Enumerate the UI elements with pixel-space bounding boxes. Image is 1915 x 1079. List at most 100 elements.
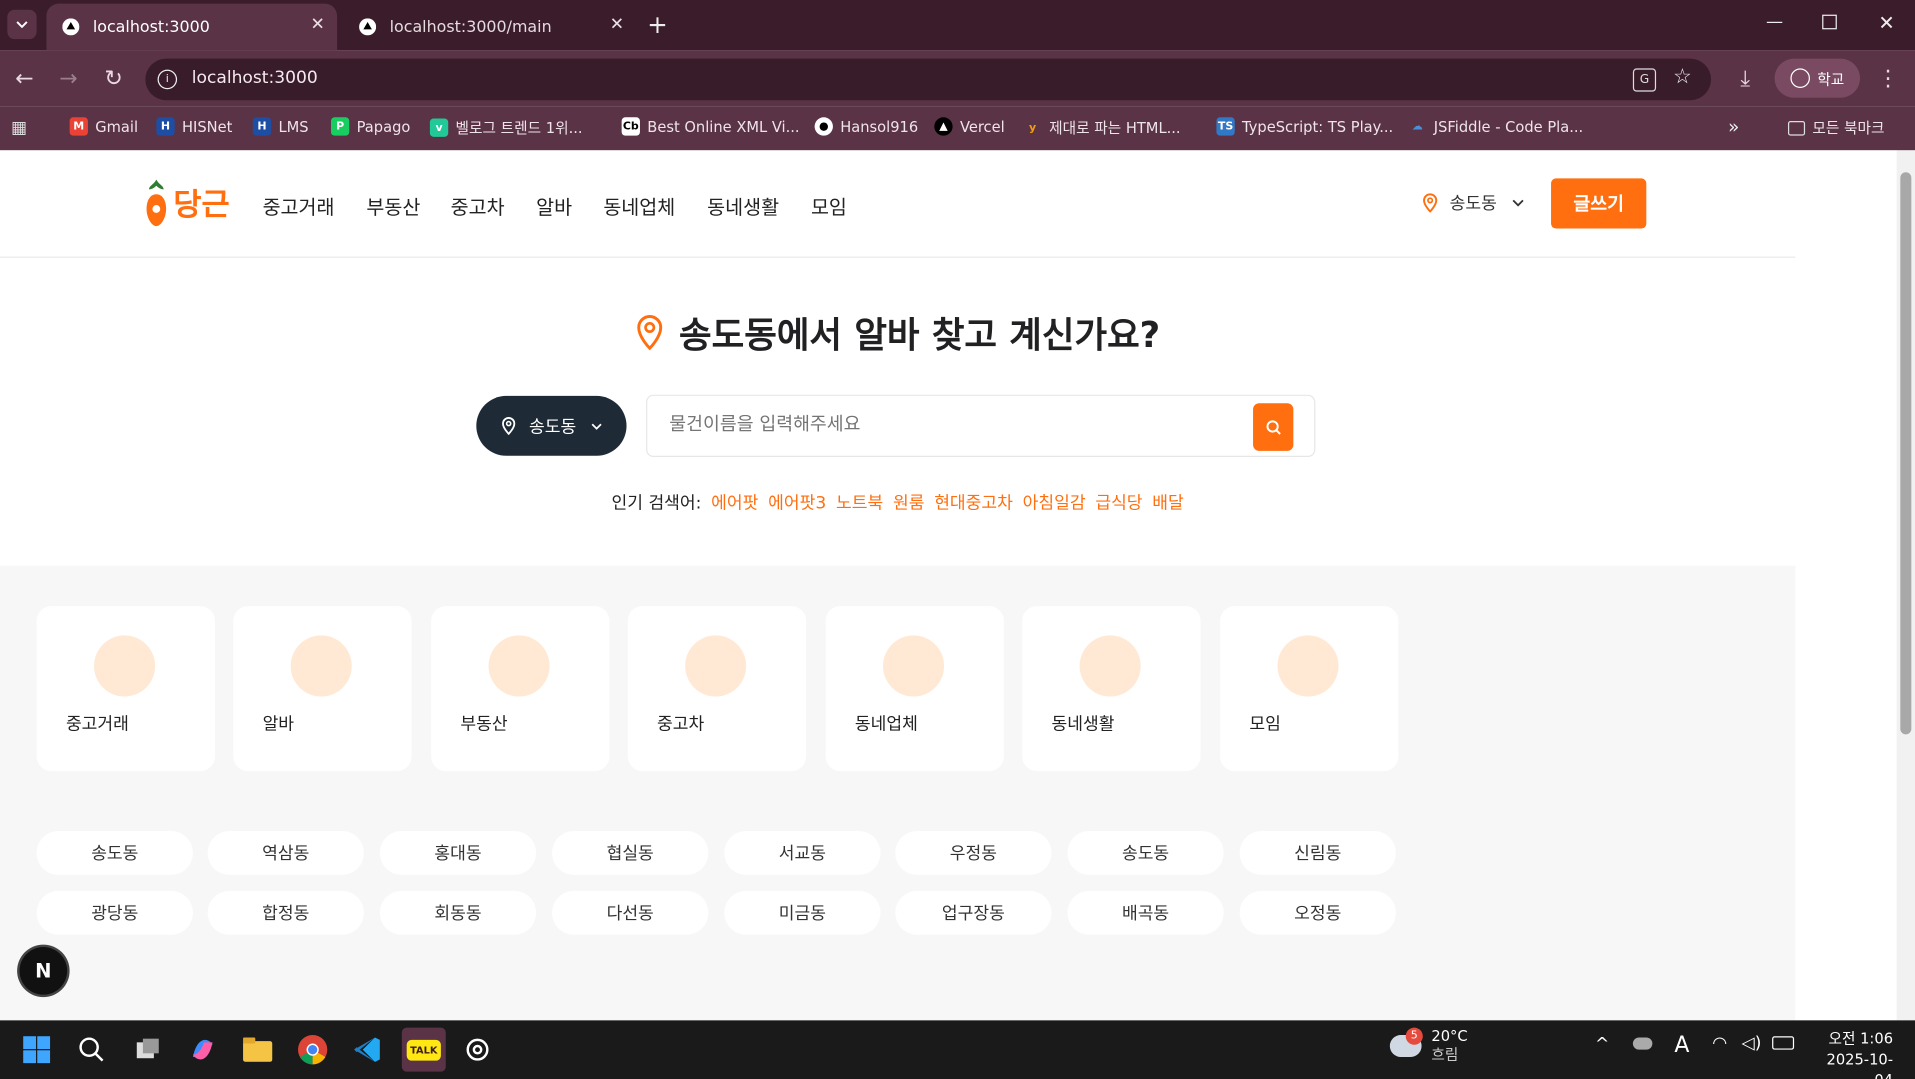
bookmark-xml-viewer[interactable]: Cb Best Online XML Vi...: [621, 117, 800, 136]
bookmark-velog[interactable]: v 벨로그 트렌드 1위...: [429, 117, 583, 138]
address-bar[interactable]: i localhost:3000 G ☆: [145, 58, 1712, 101]
bookmark-yalco[interactable]: y 제대로 파는 HTML...: [1023, 117, 1181, 138]
kakaotalk-icon[interactable]: TALK: [401, 1027, 446, 1072]
bookmark-hisnet[interactable]: H HISNet: [156, 117, 232, 136]
neighborhood-chip[interactable]: 협실동: [552, 830, 709, 875]
volume-icon[interactable]: ◁): [1742, 1034, 1762, 1054]
popular-keyword[interactable]: 노트북: [836, 490, 883, 514]
hero-location-selector[interactable]: 송도동: [476, 395, 627, 456]
chevron-down-icon: [1512, 199, 1524, 207]
system-clock[interactable]: 오전 1:06 2025-10-04: [1812, 1029, 1893, 1079]
bookmark-typescript[interactable]: TS TypeScript: TS Play...: [1216, 117, 1393, 136]
close-tab-icon[interactable]: ✕: [311, 15, 325, 35]
neighborhood-chip[interactable]: 오정동: [1239, 890, 1396, 935]
nav-item-used-goods[interactable]: 중고거래: [263, 191, 335, 220]
site-logo[interactable]: 당근: [144, 177, 230, 228]
bookmark-gmail[interactable]: M Gmail: [69, 117, 138, 136]
chrome-icon[interactable]: [296, 1033, 330, 1067]
onedrive-icon[interactable]: [1632, 1037, 1653, 1050]
neighborhood-chip[interactable]: 역삼동: [207, 830, 364, 875]
wifi-icon[interactable]: ◠: [1712, 1034, 1727, 1054]
neighborhood-chip[interactable]: 미금동: [724, 890, 881, 935]
neighborhood-chip[interactable]: 배곡동: [1067, 890, 1224, 935]
nav-item-local-life[interactable]: 동네생활: [707, 191, 779, 220]
close-tab-icon[interactable]: ✕: [610, 15, 624, 35]
popular-keyword[interactable]: 배달: [1152, 490, 1183, 514]
all-bookmarks-folder[interactable]: 모든 북마크: [1787, 117, 1884, 138]
neighborhood-chip[interactable]: 광당동: [36, 890, 193, 935]
bookmark-lms[interactable]: H LMS: [252, 117, 309, 136]
location-selector[interactable]: 송도동: [1422, 191, 1524, 215]
category-label: 중고거래: [65, 714, 129, 735]
chatgpt-icon[interactable]: [460, 1033, 494, 1067]
copilot-icon[interactable]: [186, 1033, 220, 1067]
vscode-icon[interactable]: [351, 1033, 385, 1067]
search-input[interactable]: [666, 411, 1234, 437]
neighborhood-chip[interactable]: 다선동: [552, 890, 709, 935]
popular-keyword[interactable]: 원룸: [893, 490, 924, 514]
close-window-icon[interactable]: ✕: [1878, 11, 1894, 34]
popular-keyword[interactable]: 에어팟: [711, 490, 758, 514]
bookmark-github[interactable]: ● Hansol916: [814, 117, 918, 136]
nav-item-local-business[interactable]: 동네업체: [603, 191, 675, 220]
browser-tab-active[interactable]: localhost:3000 ✕: [46, 3, 338, 51]
neighborhood-chip[interactable]: 홍대동: [379, 830, 537, 875]
bookmark-star-icon[interactable]: ☆: [1673, 65, 1692, 89]
nextjs-dev-badge[interactable]: N: [19, 947, 68, 995]
apps-grid-icon[interactable]: ▦: [11, 119, 27, 139]
task-view-icon[interactable]: [131, 1033, 165, 1067]
popular-keyword[interactable]: 급식당: [1095, 490, 1142, 514]
nav-item-groups[interactable]: 모임: [811, 191, 847, 220]
search-button[interactable]: [1253, 403, 1294, 451]
nav-item-used-cars[interactable]: 중고차: [451, 191, 505, 220]
popular-keyword[interactable]: 아침일감: [1023, 490, 1086, 514]
neighborhood-chip[interactable]: 신림동: [1239, 830, 1396, 875]
tray-overflow-icon[interactable]: ^: [1595, 1035, 1609, 1055]
bookmark-papago[interactable]: P Papago: [330, 117, 410, 136]
nav-item-real-estate[interactable]: 부동산: [366, 191, 420, 220]
site-info-icon[interactable]: i: [157, 69, 178, 90]
write-post-button[interactable]: 글쓰기: [1551, 178, 1647, 229]
scrollbar-thumb[interactable]: [1900, 172, 1912, 735]
more-menu-icon[interactable]: ⋮: [1871, 61, 1905, 95]
file-explorer-icon[interactable]: [241, 1033, 275, 1067]
neighborhood-chip[interactable]: 합정동: [207, 890, 364, 935]
bookmark-vercel[interactable]: ▲ Vercel: [934, 117, 1005, 136]
neighborhood-chip[interactable]: 우정동: [895, 830, 1052, 875]
neighborhood-chip[interactable]: 회동동: [379, 890, 537, 935]
search-icon[interactable]: [74, 1033, 108, 1067]
nav-item-jobs[interactable]: 알바: [536, 191, 572, 220]
category-card-real-estate[interactable]: 부동산: [431, 606, 610, 772]
download-icon[interactable]: ⤓: [1728, 61, 1762, 95]
category-card-jobs[interactable]: 알바: [233, 606, 412, 772]
bookmarks-overflow-icon[interactable]: »: [1728, 116, 1739, 138]
profile-button[interactable]: 학교: [1774, 58, 1861, 98]
category-card-local-business[interactable]: 동네업체: [825, 606, 1004, 772]
neighborhood-chip[interactable]: 송도동: [36, 830, 193, 875]
tab-search-button[interactable]: [7, 9, 37, 40]
new-tab-button[interactable]: +: [647, 10, 667, 39]
neighborhood-chip[interactable]: 업구장동: [895, 890, 1052, 935]
reload-icon[interactable]: ↻: [96, 61, 130, 95]
popular-keyword[interactable]: 에어팟3: [768, 490, 826, 514]
category-card-used-goods[interactable]: 중고거래: [36, 606, 215, 772]
windows-start-icon[interactable]: [20, 1033, 54, 1067]
page-scrollbar[interactable]: [1896, 150, 1915, 1021]
back-arrow-icon[interactable]: ←: [7, 61, 41, 95]
page-viewport: 당근 중고거래 부동산 중고차 알바 동네업체 동네생활 모임 송도동 글쓰기 …: [0, 150, 1897, 1021]
translate-icon[interactable]: G: [1632, 68, 1657, 92]
category-card-local-life[interactable]: 동네생활: [1022, 606, 1201, 772]
minimize-window-icon[interactable]: —: [1766, 12, 1783, 32]
popular-keyword[interactable]: 현대중고차: [934, 490, 1013, 514]
ime-icon[interactable]: A: [1674, 1033, 1689, 1059]
weather-widget[interactable]: 5 20°C 흐림: [1389, 1027, 1468, 1065]
category-card-groups[interactable]: 모임: [1220, 606, 1399, 772]
battery-icon[interactable]: [1772, 1036, 1795, 1050]
browser-tab[interactable]: localhost:3000/main ✕: [343, 4, 636, 50]
bookmark-jsfiddle[interactable]: ☁ JSFiddle - Code Pla...: [1408, 117, 1583, 135]
neighborhood-chip[interactable]: 서교동: [724, 830, 881, 875]
forward-arrow-icon[interactable]: →: [51, 61, 85, 95]
neighborhood-chip[interactable]: 송도동: [1067, 830, 1224, 875]
category-card-used-cars[interactable]: 중고차: [627, 606, 807, 772]
restore-window-icon[interactable]: [1822, 14, 1837, 30]
